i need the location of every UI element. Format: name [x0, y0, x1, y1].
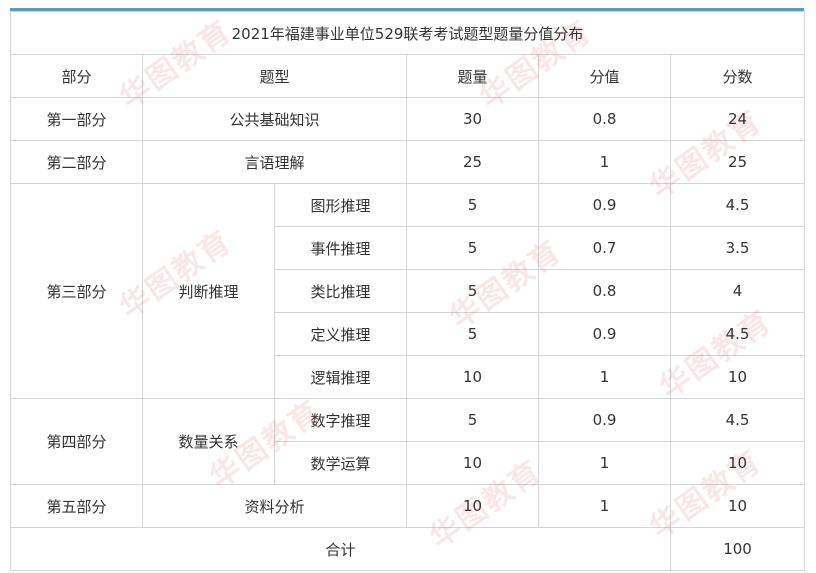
score-cell: 3.5: [669, 226, 806, 270]
header-count: 题量: [406, 54, 539, 98]
score-cell: 10: [669, 484, 806, 528]
header-value: 分值: [538, 54, 671, 98]
score-cell: 10: [669, 355, 806, 399]
part-cell: 第一部分: [10, 97, 143, 141]
header-row: 部分 题型 题量 分值 分数: [10, 54, 806, 98]
type-cell: 言语理解: [142, 140, 407, 184]
value-cell: 1: [538, 441, 671, 485]
subtype-cell: 数学运算: [274, 441, 407, 485]
subtype-cell: 类比推理: [274, 269, 407, 313]
value-cell: 0.8: [538, 97, 671, 141]
total-label: 合计: [10, 527, 671, 571]
title-row: 2021年福建事业单位529联考考试题型题量分值分布: [9, 11, 806, 55]
table-row: 第四部分 数量关系 数字推理 5 0.9 4.5: [10, 398, 806, 485]
score-cell: 10: [669, 441, 806, 485]
value-cell: 1: [538, 355, 671, 399]
header-type: 题型: [142, 54, 407, 98]
total-score: 100: [669, 527, 806, 571]
group-cell: 判断推理: [142, 183, 275, 399]
table-row: 第三部分 判断推理 图形推理 5 0.9 4.5: [10, 183, 806, 399]
count-cell: 10: [406, 355, 539, 399]
value-cell: 1: [538, 140, 671, 184]
count-cell: 5: [406, 269, 539, 313]
count-cell: 5: [406, 226, 539, 270]
score-cell: 4.5: [669, 312, 806, 356]
header-score: 分数: [669, 54, 806, 98]
value-cell: 0.9: [538, 312, 671, 356]
count-cell: 10: [406, 484, 539, 528]
value-cell: 0.9: [538, 183, 671, 227]
part-cell: 第二部分: [10, 140, 143, 184]
count-cell: 5: [406, 183, 539, 227]
count-cell: 5: [406, 398, 539, 442]
part-cell: 第三部分: [10, 183, 143, 399]
distribution-table-container: 2021年福建事业单位529联考考试题型题量分值分布 部分 题型 题量 分值 分…: [9, 8, 806, 571]
type-cell: 公共基础知识: [142, 97, 407, 141]
value-cell: 0.8: [538, 269, 671, 313]
table-row: 第五部分 资料分析 10 1 10: [10, 484, 806, 528]
total-row: 合计 100: [10, 527, 806, 571]
subtype-cell: 定义推理: [274, 312, 407, 356]
score-cell: 4.5: [669, 398, 806, 442]
score-cell: 4.5: [669, 183, 806, 227]
table-title: 2021年福建事业单位529联考考试题型题量分值分布: [9, 11, 806, 55]
subtype-cell: 图形推理: [274, 183, 407, 227]
count-cell: 10: [406, 441, 539, 485]
subtype-cell: 逻辑推理: [274, 355, 407, 399]
value-cell: 0.7: [538, 226, 671, 270]
count-cell: 30: [406, 97, 539, 141]
count-cell: 25: [406, 140, 539, 184]
header-part: 部分: [10, 54, 143, 98]
score-cell: 4: [669, 269, 806, 313]
subtype-cell: 数字推理: [274, 398, 407, 442]
subtype-cell: 事件推理: [274, 226, 407, 270]
part-cell: 第五部分: [10, 484, 143, 528]
table-row: 第二部分 言语理解 25 1 25: [10, 140, 806, 184]
value-cell: 1: [538, 484, 671, 528]
group-cell: 数量关系: [142, 398, 275, 485]
distribution-table: 2021年福建事业单位529联考考试题型题量分值分布 部分 题型 题量 分值 分…: [9, 11, 806, 571]
part-cell: 第四部分: [10, 398, 143, 485]
table-row: 第一部分 公共基础知识 30 0.8 24: [10, 97, 806, 141]
score-cell: 24: [669, 97, 806, 141]
value-cell: 0.9: [538, 398, 671, 442]
type-cell: 资料分析: [142, 484, 407, 528]
count-cell: 5: [406, 312, 539, 356]
score-cell: 25: [669, 140, 806, 184]
